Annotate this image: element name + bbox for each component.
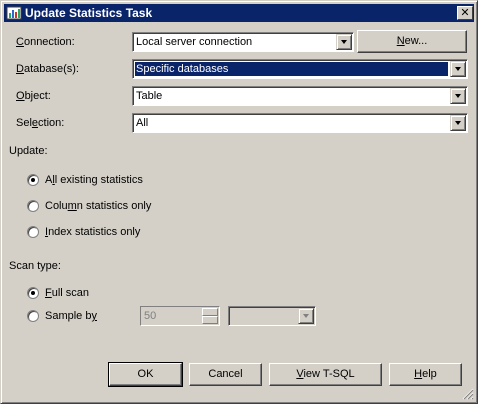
help-button[interactable]: Help xyxy=(389,363,462,386)
close-button[interactable]: ✕ xyxy=(457,6,473,20)
chevron-down-icon xyxy=(455,67,461,71)
selection-combo[interactable]: All xyxy=(132,113,468,133)
object-value: Table xyxy=(136,90,163,102)
index-statistics-only-radio[interactable] xyxy=(27,226,39,238)
selection-value: All xyxy=(136,117,149,129)
cancel-button[interactable]: Cancel xyxy=(189,363,262,386)
spinner-down-button[interactable] xyxy=(202,316,218,324)
database-label: Database(s): xyxy=(16,63,79,75)
object-dropdown-arrow[interactable] xyxy=(450,88,466,104)
column-statistics-only-radio[interactable] xyxy=(27,200,39,212)
database-value: Specific databases xyxy=(136,63,229,75)
sample-unit-dropdown-arrow[interactable] xyxy=(298,308,314,324)
radio-selected-dot xyxy=(31,178,35,182)
view-tsql-button[interactable]: View T-SQL xyxy=(269,363,382,386)
selection-label: Selection: xyxy=(16,117,65,129)
object-combo[interactable]: Table xyxy=(132,86,468,106)
all-existing-statistics-label[interactable]: All existing statistics xyxy=(45,174,143,186)
sample-by-radio[interactable] xyxy=(27,310,39,322)
column-statistics-only-label[interactable]: Column statistics only xyxy=(45,200,151,212)
selection-dropdown-arrow[interactable] xyxy=(450,115,466,131)
spinner-up-button[interactable] xyxy=(202,308,218,316)
full-scan-label[interactable]: Full scan xyxy=(45,287,89,299)
chevron-down-icon xyxy=(341,40,347,44)
title-bar[interactable]: Update Statistics Task ✕ xyxy=(4,4,474,22)
database-combo[interactable]: Specific databases xyxy=(132,59,468,79)
sample-by-label[interactable]: Sample by xyxy=(45,310,97,322)
connection-combo[interactable]: Local server connection xyxy=(132,32,354,52)
update-section-label: Update: xyxy=(9,145,48,157)
task-icon xyxy=(6,6,22,20)
chevron-down-icon xyxy=(455,121,461,125)
index-statistics-only-label[interactable]: Index statistics only xyxy=(45,226,140,238)
new-connection-button[interactable]: New... xyxy=(357,30,467,53)
sample-percent-spinner[interactable]: 50 xyxy=(140,306,220,326)
chevron-down-icon xyxy=(303,314,309,318)
update-statistics-dialog: Update Statistics Task ✕ Connection: Loc… xyxy=(0,0,478,404)
sample-percent-value: 50 xyxy=(144,310,157,322)
connection-value: Local server connection xyxy=(136,36,253,48)
resize-grip-icon[interactable] xyxy=(462,388,474,400)
scan-type-label: Scan type: xyxy=(9,260,61,272)
connection-dropdown-arrow[interactable] xyxy=(336,34,352,50)
sample-unit-combo[interactable] xyxy=(228,306,316,326)
radio-selected-dot xyxy=(31,291,35,295)
close-icon: ✕ xyxy=(460,7,470,19)
object-label: Object: xyxy=(16,90,51,102)
chevron-down-icon xyxy=(455,94,461,98)
full-scan-radio[interactable] xyxy=(27,287,39,299)
database-dropdown-arrow[interactable] xyxy=(450,61,466,77)
all-existing-statistics-radio[interactable] xyxy=(27,174,39,186)
ok-button[interactable]: OK xyxy=(108,362,183,387)
window-title: Update Statistics Task xyxy=(25,6,153,20)
connection-label: Connection: xyxy=(16,36,75,48)
